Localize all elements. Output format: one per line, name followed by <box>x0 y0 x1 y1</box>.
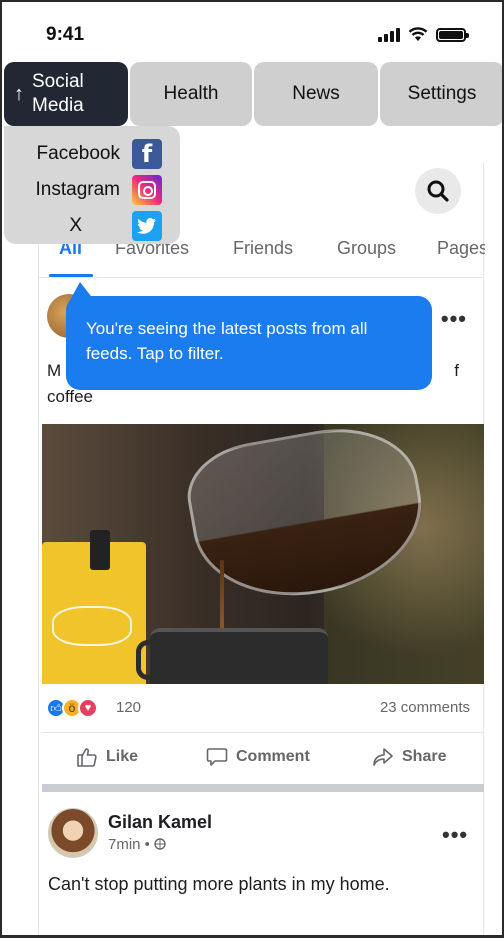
more-options-button[interactable]: ••• <box>441 306 467 332</box>
feed-tab-pages[interactable]: Pages <box>437 238 485 259</box>
love-reaction-icon: ♥ <box>78 698 98 718</box>
like-button[interactable]: Like <box>76 747 138 767</box>
reactions-row: 👍︎ ö ♥ 120 23 comments <box>42 692 484 726</box>
globe-icon <box>154 838 166 850</box>
comment-label: Comment <box>236 748 310 765</box>
status-time: 9:41 <box>46 24 85 45</box>
post-text: Can't stop putting more plants in my hom… <box>48 874 390 894</box>
post-actions: Like Comment Share <box>42 732 484 784</box>
dropdown-item-label: X <box>69 215 82 236</box>
post-text-start: M <box>47 361 62 380</box>
social-media-dropdown: Facebook f Instagram X <box>4 126 180 244</box>
dropdown-item-label: Instagram <box>35 179 120 200</box>
like-label: Like <box>106 748 139 765</box>
more-options-button[interactable]: ••• <box>442 822 486 848</box>
status-bar: 9:41 <box>2 2 502 62</box>
facebook-icon: f <box>132 139 162 169</box>
reaction-count[interactable]: 120 <box>116 699 141 716</box>
feed-tab-friends[interactable]: Friends <box>233 238 293 259</box>
tab-health[interactable]: Health <box>130 62 252 126</box>
dropdown-item-instagram[interactable]: Instagram <box>4 172 180 208</box>
mug-graphic <box>136 628 328 684</box>
post-author-name[interactable]: Gilan Kamel <box>108 812 212 833</box>
post-time: 7min • <box>108 836 155 853</box>
avatar[interactable] <box>48 808 98 858</box>
active-tab-indicator <box>49 274 93 277</box>
dropdown-item-label: Facebook <box>36 143 120 164</box>
post-image[interactable] <box>42 424 484 684</box>
tab-settings[interactable]: Settings <box>380 62 502 126</box>
arrow-up-icon: ↑ <box>14 82 24 105</box>
tab-news[interactable]: News <box>254 62 378 126</box>
search-icon <box>427 180 449 202</box>
post-meta: 7min • <box>108 836 166 853</box>
tab-label: Settings <box>407 83 477 104</box>
search-button[interactable] <box>415 168 461 214</box>
filter-tooltip[interactable]: You're seeing the latest posts from all … <box>66 282 432 390</box>
signal-icon <box>378 27 400 42</box>
dropdown-item-facebook[interactable]: Facebook f <box>4 136 180 172</box>
twitter-icon <box>132 211 162 241</box>
coffee-bag-graphic <box>42 530 146 684</box>
battery-icon <box>436 27 469 42</box>
tab-social-media[interactable]: ↑ Social Media <box>4 62 128 126</box>
post-separator <box>42 784 484 792</box>
comment-icon <box>206 748 228 766</box>
post-text-end: f <box>454 361 459 380</box>
status-icons <box>378 27 469 42</box>
phone-frame: 9:41 ↑ Social Media Health News Settings <box>0 0 504 938</box>
comment-button[interactable]: Comment <box>206 747 310 767</box>
category-tabs: ↑ Social Media Health News Settings <box>4 62 502 126</box>
instagram-icon <box>132 175 162 205</box>
wifi-icon <box>408 27 428 41</box>
dropdown-item-x[interactable]: X <box>4 208 180 244</box>
feed-tab-groups[interactable]: Groups <box>337 238 396 259</box>
tab-label: Social Media <box>32 71 84 116</box>
tab-label: News <box>292 83 340 104</box>
share-icon <box>373 748 393 766</box>
comments-count[interactable]: 23 comments <box>380 699 470 716</box>
thumbs-up-icon <box>77 748 97 767</box>
share-button[interactable]: Share <box>372 747 446 767</box>
tab-label: Health <box>163 83 219 104</box>
share-label: Share <box>402 748 447 765</box>
